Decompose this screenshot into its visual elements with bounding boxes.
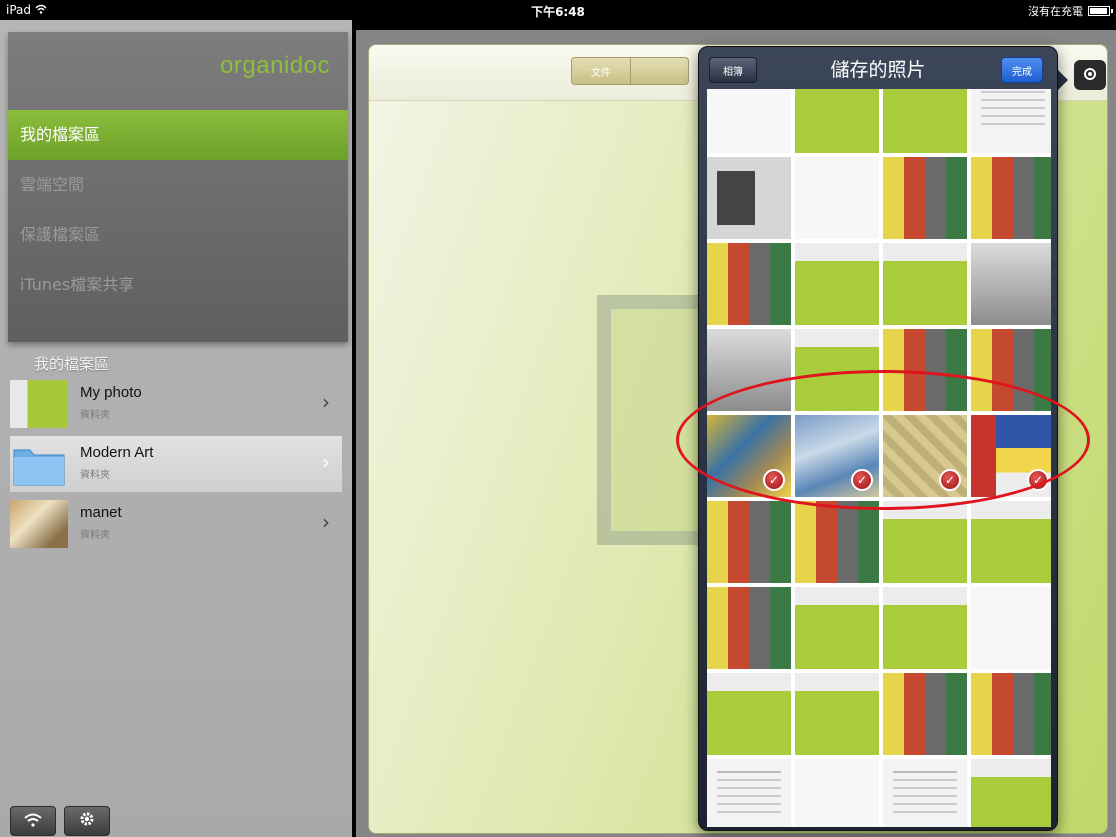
done-button[interactable]: 完成 [1001,57,1043,83]
photo-thumbnail[interactable] [795,673,879,755]
photo-thumbnail[interactable] [883,759,967,827]
photo-thumbnail[interactable] [971,759,1051,827]
folder-item-manet[interactable]: manet 資料夾 › [10,496,342,552]
photo-thumbnail[interactable] [795,89,879,153]
photo-thumbnail[interactable] [971,243,1051,325]
folder-name: My photo [80,384,142,401]
photo-thumbnail[interactable] [707,243,791,325]
nav-item-my-files[interactable]: 我的檔案區 [8,110,348,160]
folder-thumbnail [10,500,68,548]
folder-name: Modern Art [80,444,154,461]
folder-subtitle: 資料夾 [80,410,110,421]
folder-subtitle: 資料夾 [80,470,110,481]
annotation-ellipse [676,370,1090,510]
photo-thumbnail[interactable] [795,243,879,325]
status-time: 下午6:48 [531,5,585,19]
folder-thumbnail [10,380,68,428]
segment-second[interactable] [631,58,689,84]
photo-thumbnail[interactable] [883,89,967,153]
section-label: 我的檔案區 [34,355,110,373]
segment-documents[interactable]: 文件 [572,58,631,84]
wifi-transfer-button[interactable] [10,806,56,836]
settings-button[interactable] [64,806,110,836]
photo-thumbnail[interactable] [883,501,967,583]
chevron-right-icon: › [322,510,330,534]
sidebar: organidoc 我的檔案區 雲端空間 保護檔案區 iTunes檔案共享 我的… [0,20,352,837]
photo-thumbnail[interactable] [971,157,1051,239]
camera-icon [1082,66,1098,85]
photo-thumbnail[interactable] [971,587,1051,669]
folder-subtitle: 資料夾 [80,530,110,541]
sidebar-nav-panel: organidoc 我的檔案區 雲端空間 保護檔案區 iTunes檔案共享 [8,32,348,342]
charging-status: 沒有在充電 [1028,5,1083,18]
photo-thumbnail[interactable] [971,673,1051,755]
nav-item-itunes-sharing[interactable]: iTunes檔案共享 [8,260,348,310]
photo-thumbnail[interactable] [707,157,791,239]
chevron-right-icon: › [322,390,330,414]
photo-thumbnail[interactable] [883,587,967,669]
view-segmented-control[interactable]: 文件 [571,57,689,85]
photo-thumbnail[interactable] [883,243,967,325]
chevron-right-icon: › [322,450,330,474]
folder-item-my-photo[interactable]: My photo 資料夾 › [10,376,342,432]
photo-thumbnail[interactable] [707,501,791,583]
folder-icon [10,440,68,488]
photo-thumbnail[interactable] [795,157,879,239]
nav-item-protected[interactable]: 保護檔案區 [8,210,348,260]
status-bar: iPad 下午6:48 沒有在充電 [0,0,1116,20]
battery-icon [1088,6,1113,16]
photo-thumbnail[interactable] [971,89,1051,153]
wifi-icon [24,812,42,831]
nav-item-cloud[interactable]: 雲端空間 [8,160,348,210]
folder-name: manet [80,504,122,521]
photo-thumbnail[interactable] [795,759,879,827]
photo-thumbnail[interactable] [707,587,791,669]
photo-thumbnail[interactable] [971,501,1051,583]
photo-thumbnail[interactable] [707,759,791,827]
photo-thumbnail[interactable] [795,587,879,669]
gear-icon [79,811,95,831]
photo-thumbnail[interactable] [707,89,791,153]
folder-item-modern-art[interactable]: Modern Art 資料夾 › [10,436,342,492]
photo-thumbnail[interactable] [707,673,791,755]
photo-thumbnail[interactable] [795,501,879,583]
camera-button[interactable] [1074,60,1106,90]
photo-thumbnail[interactable] [883,673,967,755]
photo-thumbnail[interactable] [883,157,967,239]
app-logo: organidoc [220,52,330,79]
